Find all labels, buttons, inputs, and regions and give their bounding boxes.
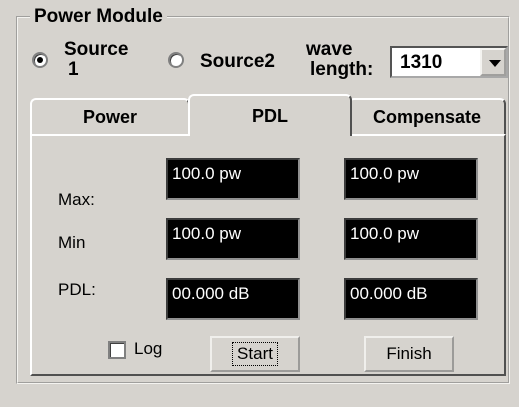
max-readout-2: 100.0 pw: [344, 158, 478, 200]
max-label: Max:: [58, 190, 95, 209]
max-readout-1: 100.0 pw: [166, 158, 300, 200]
source2-label: Source2: [200, 51, 275, 72]
wavelength-value: 1310: [400, 52, 443, 73]
min-label: Min: [58, 233, 86, 252]
power-module-window: Power Module Source 1 Source2 wave lengt…: [0, 0, 519, 407]
finish-button-label: Finish: [386, 344, 432, 363]
group-title: Power Module: [30, 6, 167, 28]
pdl-readout-1: 00.000 dB: [166, 278, 300, 320]
start-button[interactable]: Start: [210, 336, 300, 372]
wavelength-label-line1: wave: [306, 39, 353, 60]
source2-radio[interactable]: [168, 52, 184, 68]
start-button-label: Start: [232, 342, 278, 366]
source1-label-line2: 1: [68, 59, 79, 80]
chevron-down-icon[interactable]: [480, 48, 506, 76]
min-readout-1: 100.0 pw: [166, 218, 300, 260]
pdl-label: PDL:: [58, 280, 96, 299]
log-label: Log: [134, 339, 163, 358]
tab-compensate[interactable]: Compensate: [348, 98, 506, 134]
log-checkbox[interactable]: [108, 341, 126, 359]
tab-pdl[interactable]: PDL: [188, 94, 352, 136]
source1-radio[interactable]: [32, 52, 48, 68]
wavelength-select[interactable]: 1310: [390, 46, 508, 78]
tab-label: Power: [82, 106, 138, 127]
pdl-readout-2: 00.000 dB: [344, 278, 478, 320]
wavelength-label-line2: length:: [310, 59, 374, 80]
tab-label: PDL: [252, 105, 288, 126]
finish-button[interactable]: Finish: [364, 336, 454, 372]
tab-label: Compensate: [372, 106, 482, 127]
min-readout-2: 100.0 pw: [344, 218, 478, 260]
source1-label-line1: Source: [64, 39, 129, 60]
tab-power[interactable]: Power: [30, 98, 190, 134]
